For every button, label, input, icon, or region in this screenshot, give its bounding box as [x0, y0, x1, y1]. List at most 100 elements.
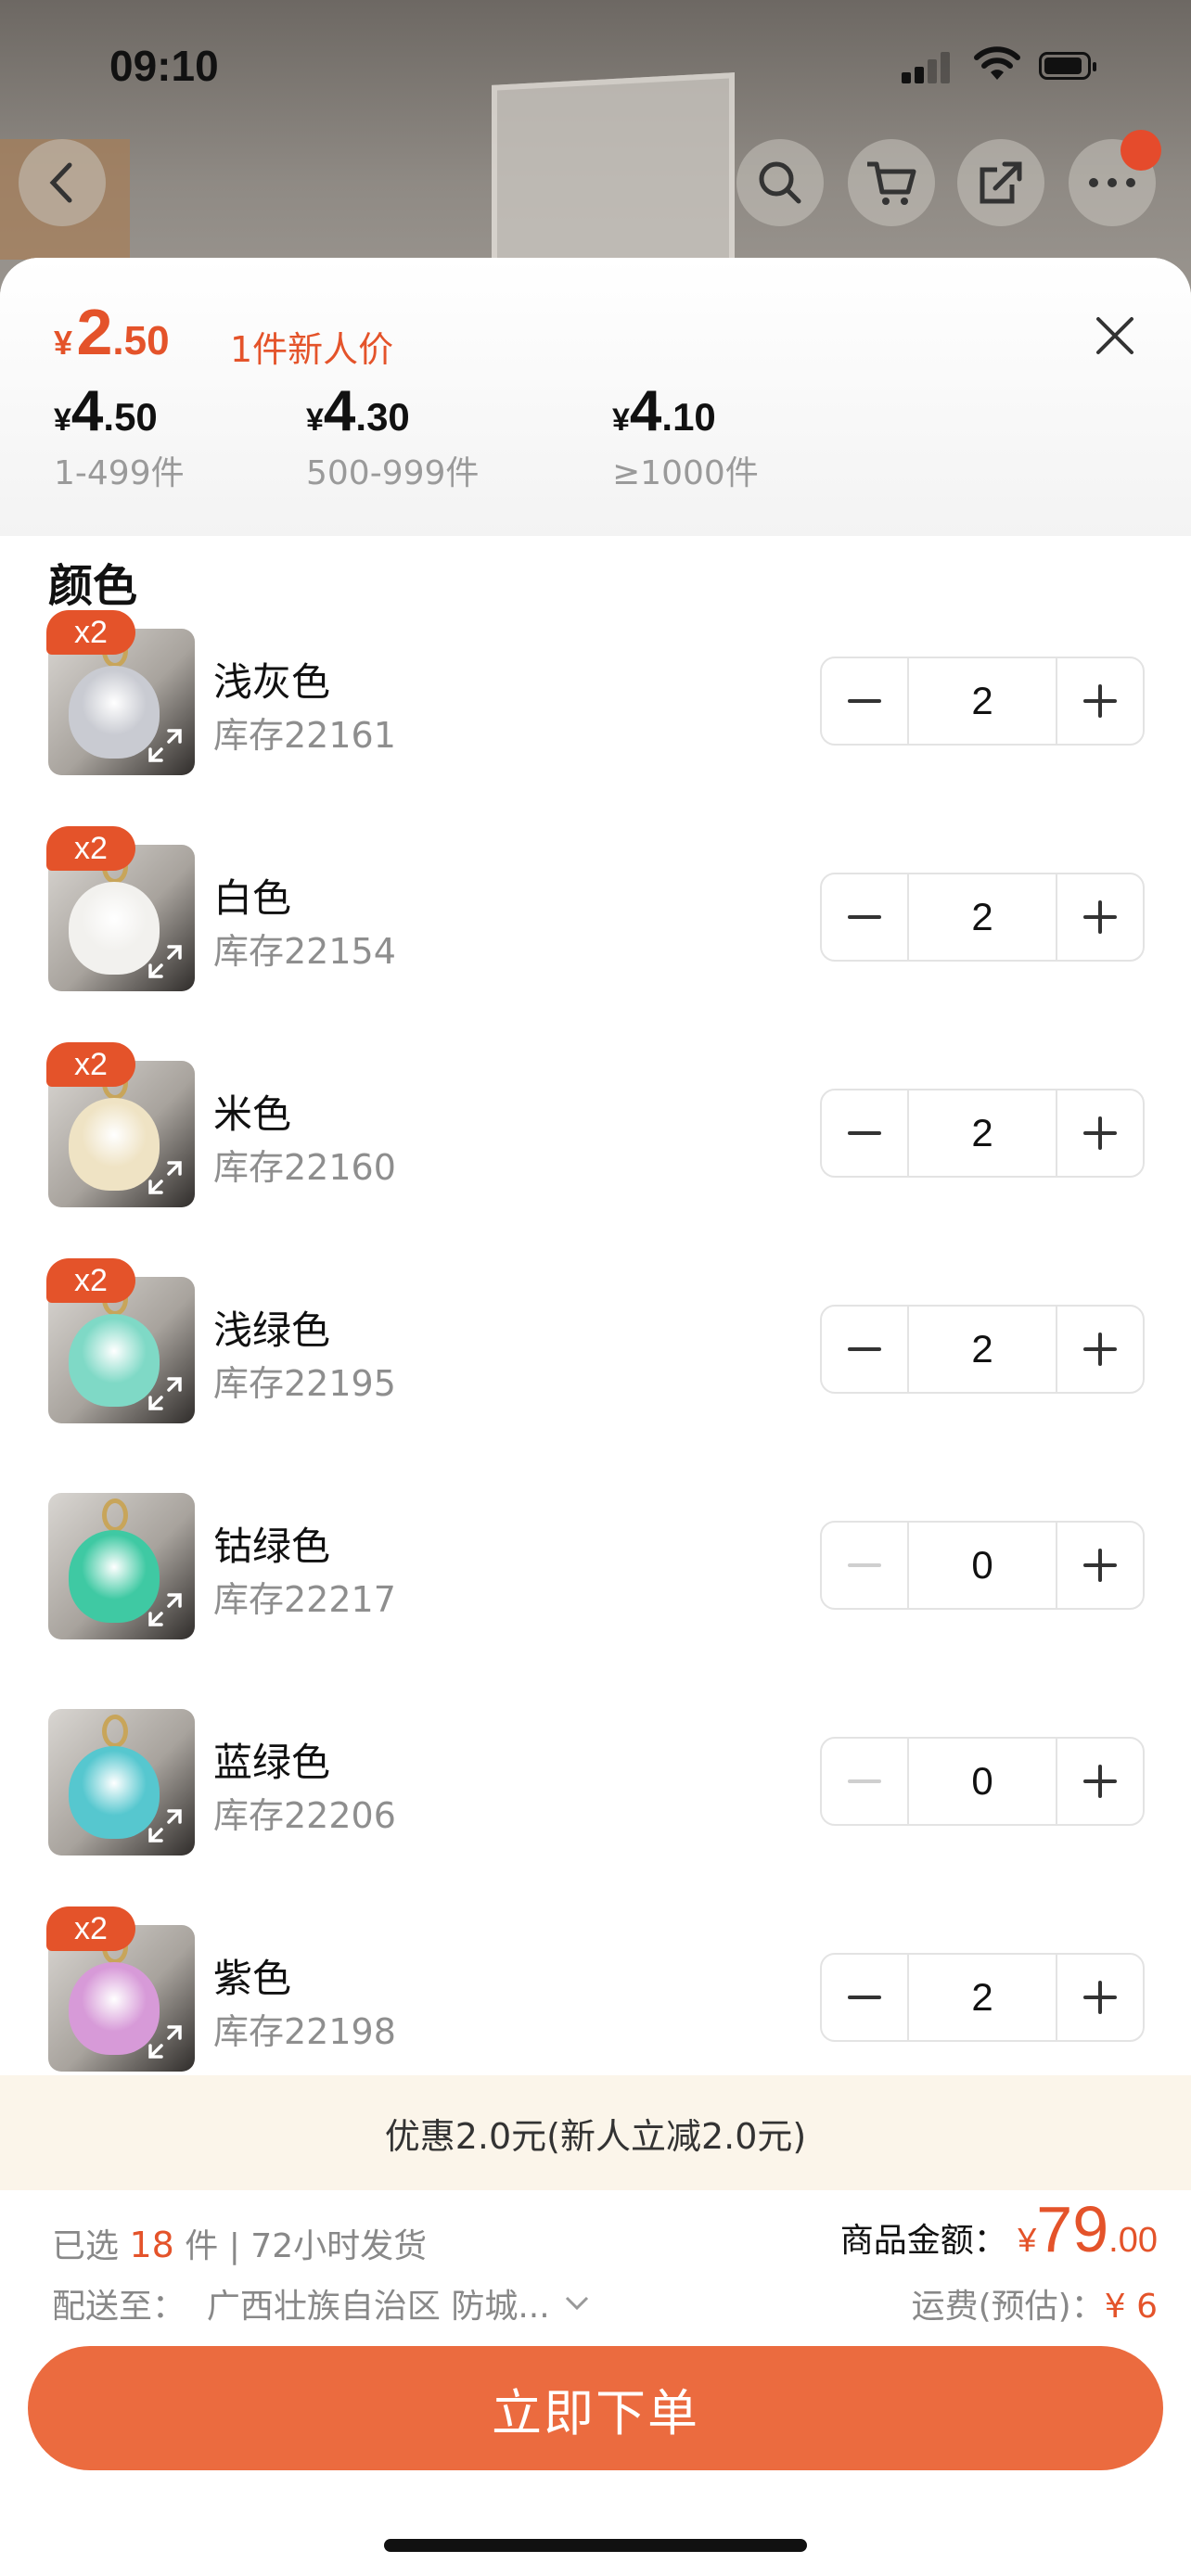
section-title: 颜色 — [48, 560, 138, 612]
variant-row: x2 浅绿色 库存22195 2 — [20, 1258, 1171, 1423]
expand-icon[interactable] — [143, 723, 187, 768]
share-icon[interactable] — [957, 139, 1044, 226]
more-icon[interactable] — [1069, 130, 1161, 226]
quantity-stepper[interactable]: 2 — [820, 1089, 1145, 1178]
variant-stock: 库存22160 — [213, 1147, 396, 1188]
order-now-button[interactable]: 立即下单 — [28, 2346, 1163, 2470]
price-int: 2 — [76, 296, 113, 368]
freight-value: ¥ 6 — [1104, 2288, 1158, 2326]
plus-icon[interactable] — [1057, 1523, 1143, 1608]
signal-icon — [902, 52, 954, 83]
current-price: ¥ 2.50 — [54, 295, 170, 369]
home-indicator — [384, 2539, 807, 2552]
quantity-value[interactable]: 2 — [907, 874, 1057, 960]
price-tier: ¥4.10 ≥1000件 — [612, 379, 759, 492]
minus-icon[interactable] — [822, 1955, 907, 2040]
quantity-tag: x2 — [46, 1258, 135, 1303]
sku-sheet: ¥ 2.50 1件新人价 ¥4.50 1-499件 ¥4.30 500-999件… — [0, 258, 1191, 2576]
variant-list[interactable]: 颜色 x2 浅灰色 库存22161 2 x2 白色 库存22154 2 x2 米… — [20, 536, 1171, 2335]
expand-icon[interactable] — [143, 1588, 187, 1632]
goods-amount: 商品金额： ¥79.00 — [839, 2193, 1158, 2265]
variant-row: 蓝绿色 库存22206 0 — [20, 1690, 1171, 1855]
price-tier: ¥4.30 500-999件 — [306, 379, 480, 492]
quantity-stepper[interactable]: 2 — [820, 1305, 1145, 1394]
expand-icon[interactable] — [143, 939, 187, 984]
quantity-value[interactable]: 0 — [907, 1739, 1057, 1824]
expand-icon[interactable] — [143, 1371, 187, 1416]
plus-icon[interactable] — [1057, 1739, 1143, 1824]
price-header: ¥ 2.50 1件新人价 ¥4.50 1-499件 ¥4.30 500-999件… — [0, 258, 1191, 536]
quantity-tag: x2 — [46, 826, 135, 871]
variant-row: x2 白色 库存22154 2 — [20, 826, 1171, 991]
quantity-tag: x2 — [46, 1906, 135, 1951]
variant-stock: 库存22161 — [213, 715, 396, 756]
variant-name: 浅绿色 — [213, 1307, 331, 1353]
plus-icon[interactable] — [1057, 1090, 1143, 1176]
minus-icon[interactable] — [822, 1307, 907, 1392]
variant-row: x2 浅灰色 库存22161 2 — [20, 610, 1171, 775]
chevron-down-icon[interactable] — [561, 2292, 593, 2315]
expand-icon[interactable] — [143, 2020, 187, 2064]
variant-row: x2 米色 库存22160 2 — [20, 1042, 1171, 1207]
minus-icon[interactable] — [822, 1739, 907, 1824]
quantity-value[interactable]: 0 — [907, 1523, 1057, 1608]
promo-banner: 优惠2.0元(新人立减2.0元) — [0, 2075, 1191, 2190]
status-bar: 09:10 — [0, 0, 1191, 130]
freight: 运费(预估)：¥ 6 — [911, 2288, 1158, 2326]
expand-icon[interactable] — [143, 1155, 187, 1200]
quantity-stepper[interactable]: 0 — [820, 1737, 1145, 1826]
back-icon[interactable] — [19, 139, 106, 226]
cart-icon[interactable] — [848, 139, 935, 226]
quantity-stepper[interactable]: 2 — [820, 1953, 1145, 2042]
search-icon[interactable] — [736, 139, 824, 226]
close-icon[interactable] — [1087, 308, 1143, 363]
variant-name: 浅灰色 — [213, 659, 331, 705]
plus-icon[interactable] — [1057, 874, 1143, 960]
selected-summary: 已选 18 件 | 72小时发货 — [52, 2225, 428, 2265]
variant-stock: 库存22195 — [213, 1363, 396, 1404]
expand-icon[interactable] — [143, 1804, 187, 1848]
price-dec: .50 — [112, 318, 170, 363]
wifi-icon — [974, 46, 1020, 80]
minus-icon[interactable] — [822, 1090, 907, 1176]
new-user-price-label: 1件新人价 — [230, 329, 394, 370]
variant-name: 白色 — [213, 875, 292, 921]
quantity-stepper[interactable]: 2 — [820, 873, 1145, 962]
variant-name: 钴绿色 — [213, 1524, 331, 1569]
variant-stock: 库存22154 — [213, 931, 396, 972]
tier-range: 500-999件 — [306, 454, 480, 492]
currency-symbol: ¥ — [54, 324, 73, 362]
tier-range: 1-499件 — [54, 454, 185, 492]
plus-icon[interactable] — [1057, 658, 1143, 744]
plus-icon[interactable] — [1057, 1307, 1143, 1392]
variant-stock: 库存22198 — [213, 2011, 396, 2052]
price-tier: ¥4.50 1-499件 — [54, 379, 185, 492]
battery-icon — [1039, 52, 1096, 80]
status-time: 09:10 — [109, 42, 219, 90]
ship-to-address[interactable]: 广西壮族自治区 防城... — [207, 2279, 550, 2327]
quantity-stepper[interactable]: 2 — [820, 657, 1145, 746]
message-badge — [1121, 130, 1161, 171]
variant-name: 紫色 — [213, 1956, 292, 2001]
variant-row: 钴绿色 库存22217 0 — [20, 1474, 1171, 1639]
quantity-tag: x2 — [46, 1042, 135, 1087]
variant-name: 米色 — [213, 1091, 292, 1137]
quantity-value[interactable]: 2 — [907, 658, 1057, 744]
variant-stock: 库存22206 — [213, 1795, 396, 1836]
variant-name: 蓝绿色 — [213, 1740, 331, 1785]
variant-thumbnail[interactable] — [48, 1493, 195, 1639]
variant-stock: 库存22217 — [213, 1579, 396, 1620]
minus-icon[interactable] — [822, 874, 907, 960]
quantity-stepper[interactable]: 0 — [820, 1521, 1145, 1610]
tier-range: ≥1000件 — [612, 454, 759, 492]
quantity-tag: x2 — [46, 610, 135, 655]
variant-thumbnail[interactable] — [48, 1709, 195, 1855]
quantity-value[interactable]: 2 — [907, 1307, 1057, 1392]
minus-icon[interactable] — [822, 1523, 907, 1608]
quantity-value[interactable]: 2 — [907, 1090, 1057, 1176]
minus-icon[interactable] — [822, 658, 907, 744]
plus-icon[interactable] — [1057, 1955, 1143, 2040]
quantity-value[interactable]: 2 — [907, 1955, 1057, 2040]
ship-to[interactable]: 配送至： 广西壮族自治区 防城... — [52, 2279, 593, 2327]
variant-row: x2 紫色 库存22198 2 — [20, 1906, 1171, 2072]
